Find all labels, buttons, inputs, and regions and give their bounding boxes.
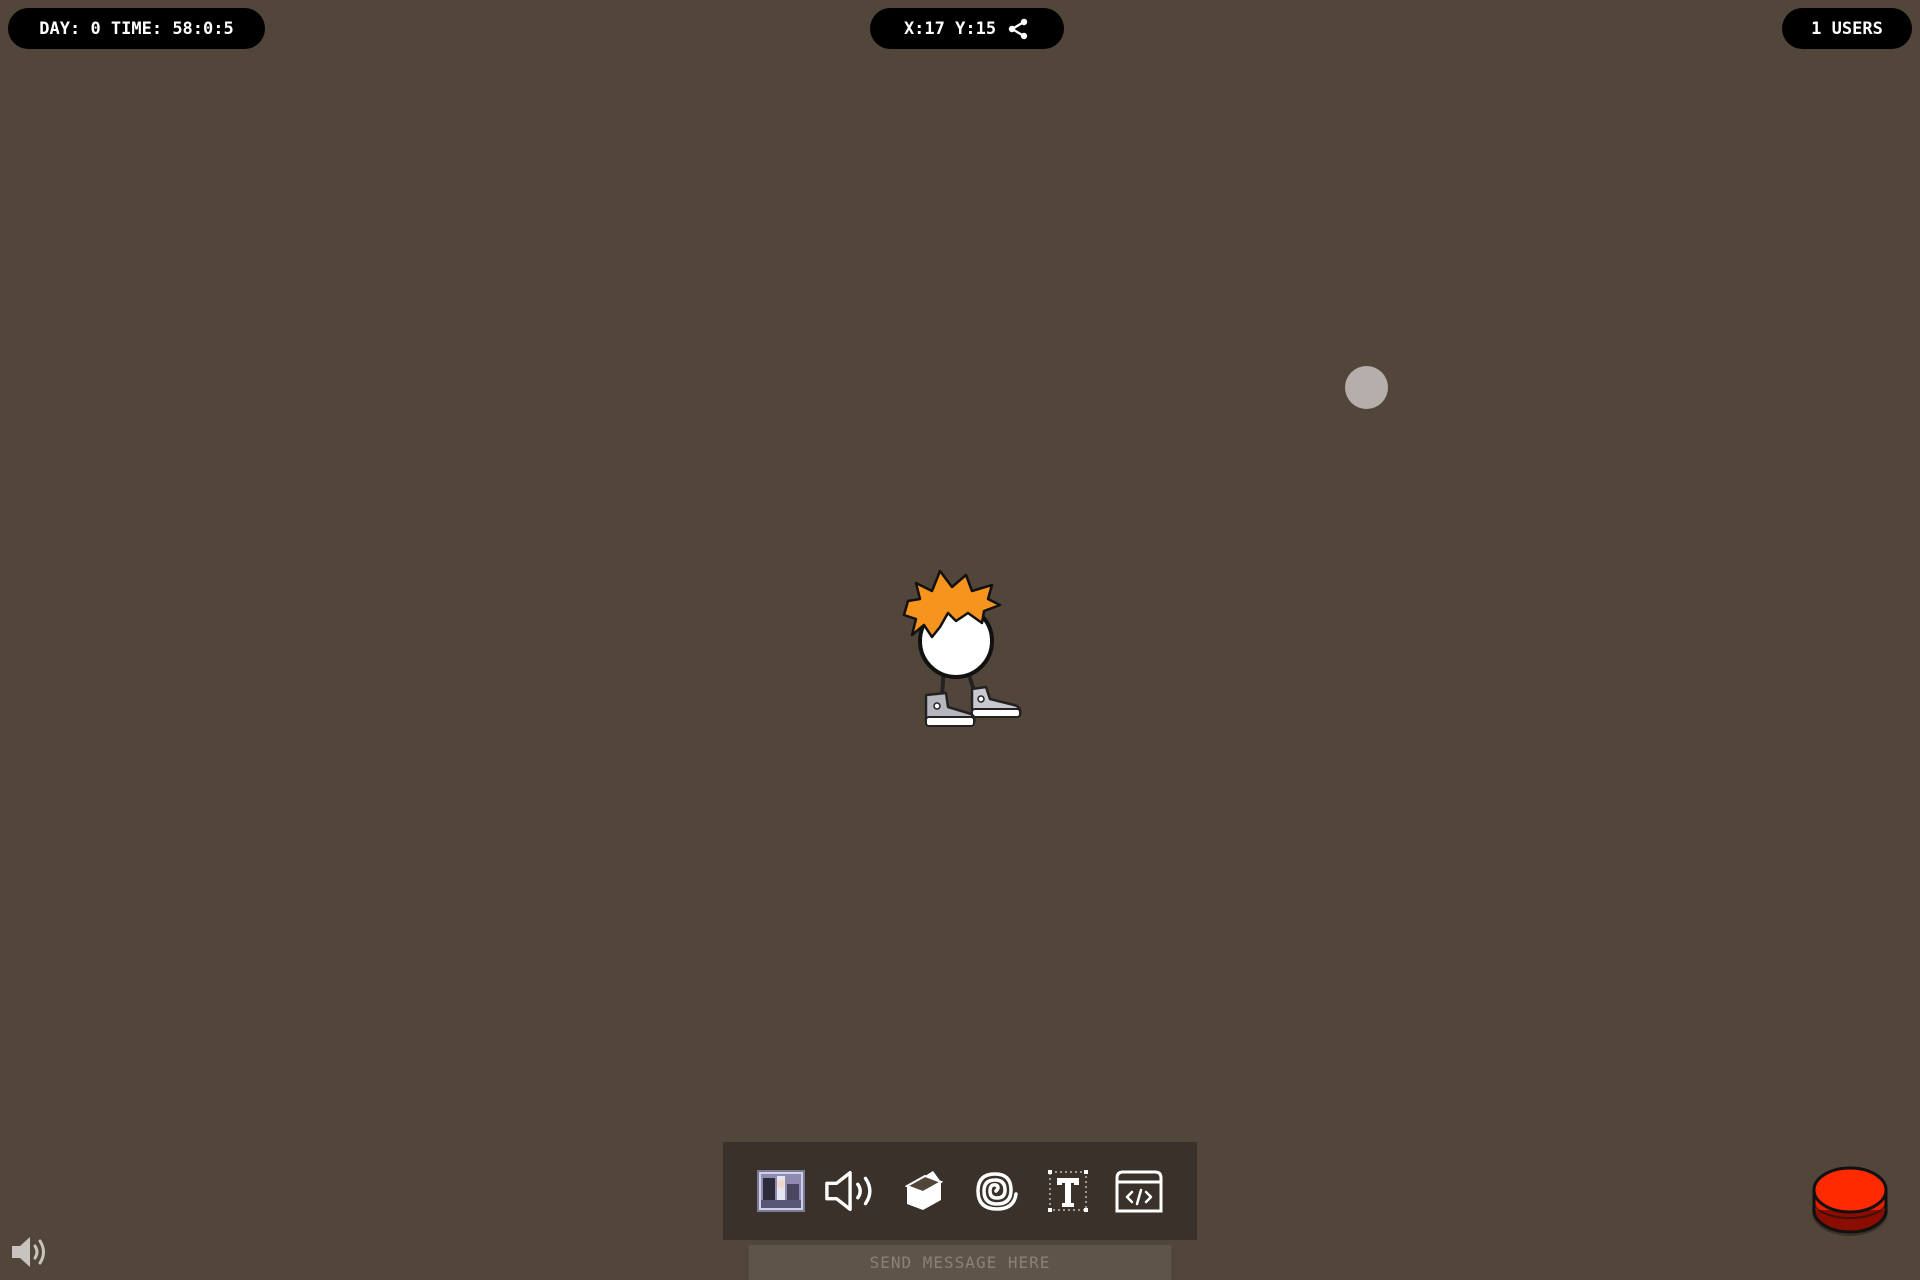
code-window-icon [1115,1170,1163,1213]
day-time-display: DAY: 0 TIME: 58:0:5 [8,8,265,49]
text-tool[interactable] [1040,1163,1096,1219]
coordinates-display[interactable]: X:17 Y:15 [870,8,1064,49]
text-t-icon [1047,1170,1088,1212]
spiral-icon [976,1172,1018,1211]
send-message-input[interactable] [749,1245,1171,1280]
player-avatar [902,569,1022,727]
sound-toggle-icon[interactable] [10,1233,52,1271]
embed-tool[interactable] [1111,1163,1167,1219]
image-tool[interactable] [753,1163,809,1219]
block-icon [905,1171,944,1210]
creation-toolbar [723,1142,1197,1240]
share-icon[interactable] [1006,17,1030,41]
thumbnail-image-icon [756,1170,805,1212]
remote-user-cursor [1345,366,1388,409]
portal-tool[interactable] [968,1163,1024,1219]
object-tool[interactable] [896,1163,952,1219]
audio-tool[interactable] [824,1163,880,1219]
users-count-label: 1 USERS [1811,18,1883,39]
red-button[interactable] [1808,1160,1892,1244]
day-time-label: DAY: 0 TIME: 58:0:5 [39,18,234,39]
coordinates-label: X:17 Y:15 [903,18,997,39]
users-count-display: 1 USERS [1782,8,1912,49]
speaker-icon [825,1170,872,1212]
